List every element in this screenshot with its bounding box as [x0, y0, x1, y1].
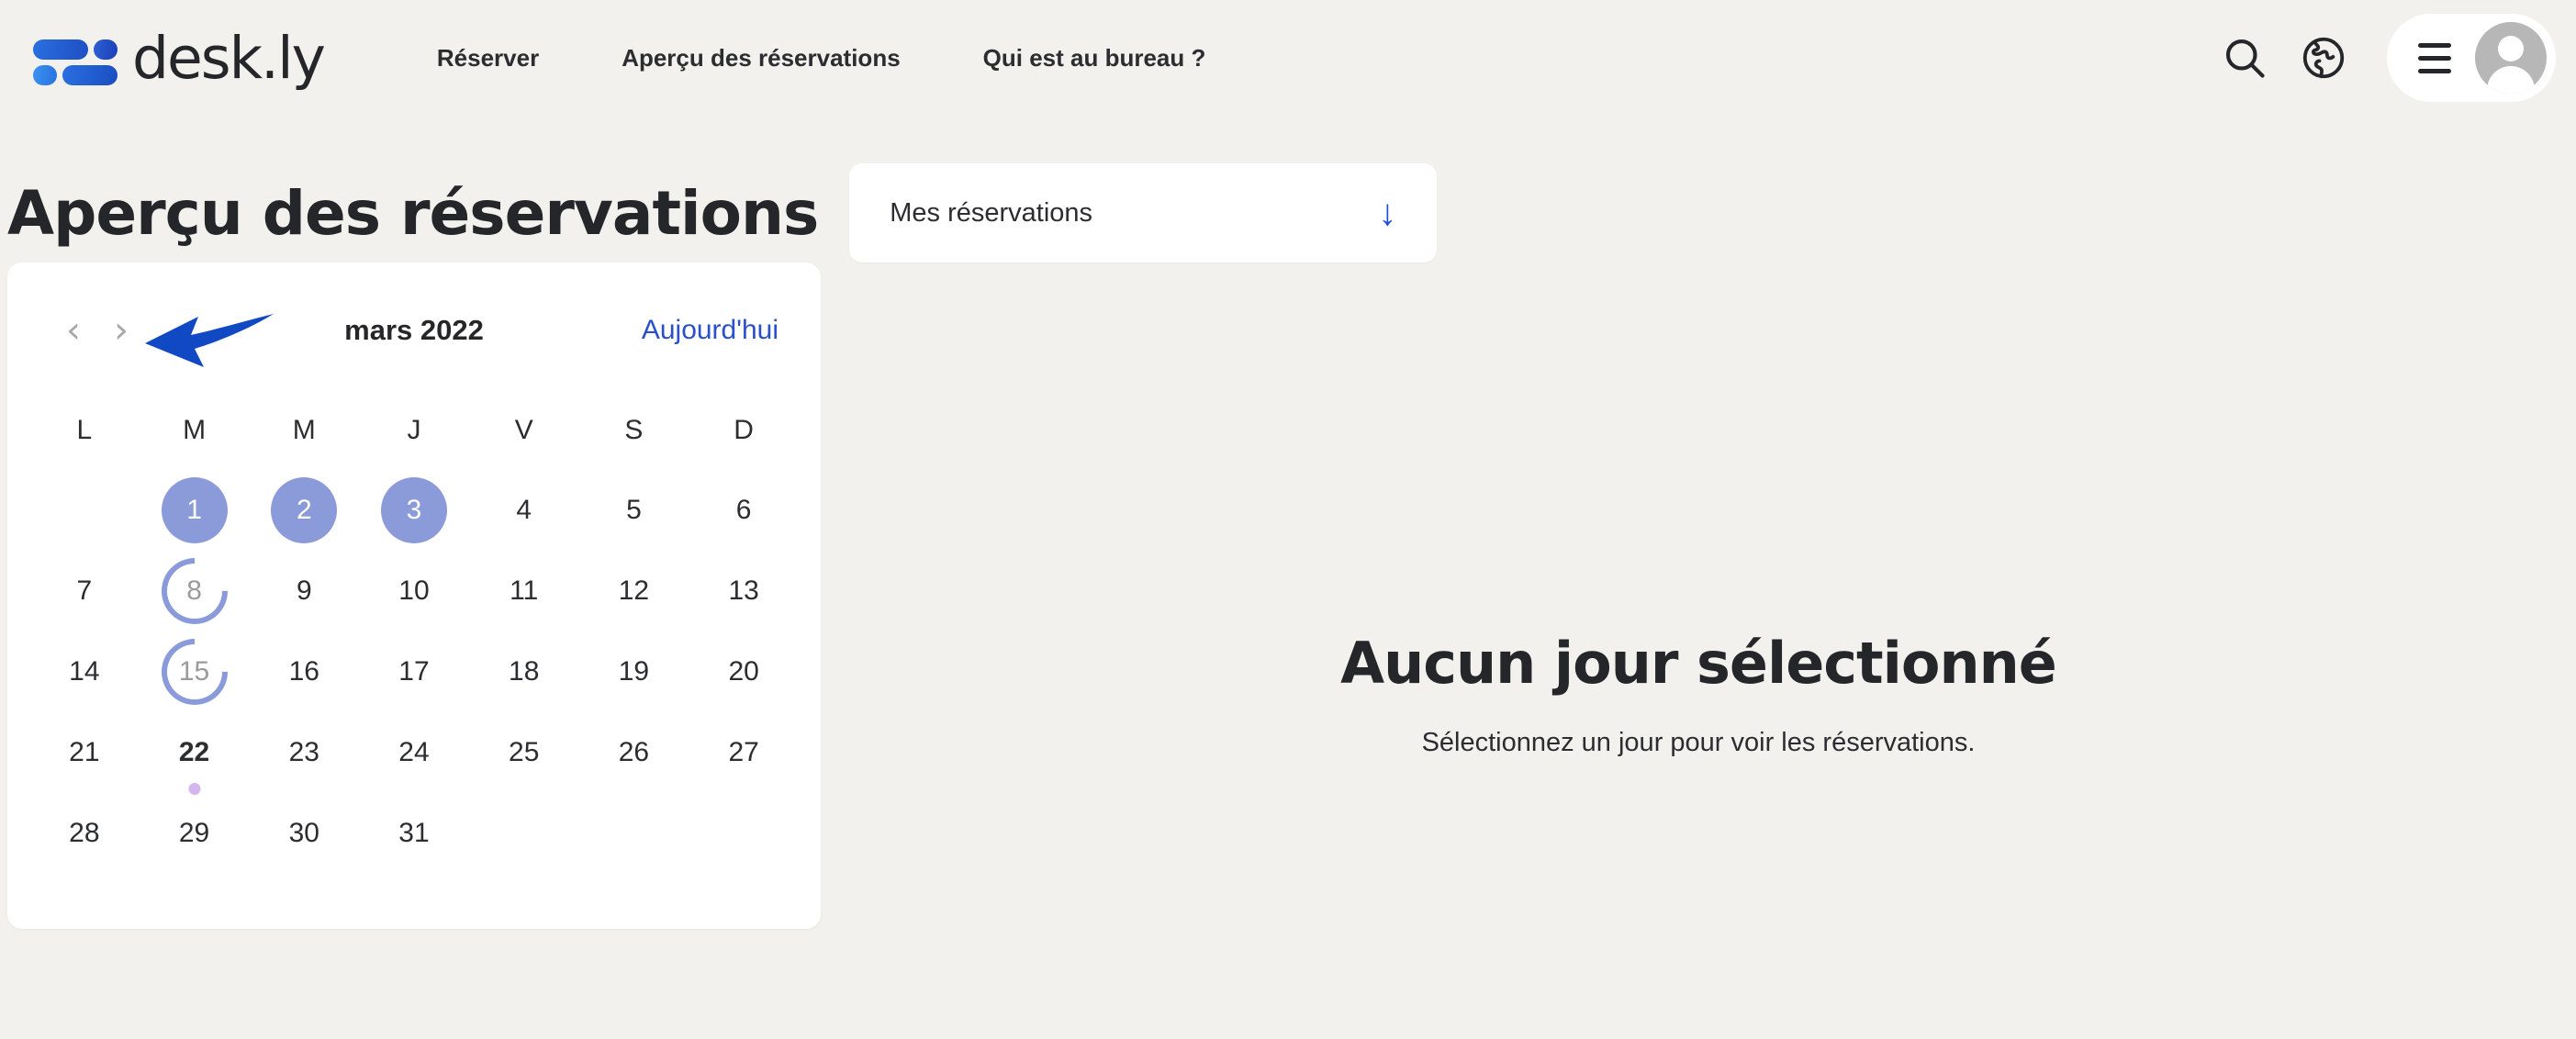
calendar-day-29[interactable]: 29	[162, 800, 228, 866]
calendar-day-cell: 28	[29, 793, 140, 874]
arrow-down-icon: ↓	[1378, 193, 1397, 233]
calendar-day-15[interactable]: 15	[162, 639, 228, 705]
calendar-day-cell: 4	[469, 470, 579, 551]
calendar-weekday-header: D	[734, 415, 754, 445]
calendar-empty-cell	[29, 470, 140, 551]
calendar-day-13[interactable]: 13	[711, 558, 777, 624]
calendar-day-cell: 22	[140, 712, 250, 795]
brand-logo[interactable]: desk.ly	[31, 24, 326, 92]
calendar-day-cell: 20	[689, 631, 799, 712]
calendar-day-cell: 3	[359, 470, 469, 551]
calendar-day-3[interactable]: 3	[380, 477, 447, 543]
calendar-day-cell: 18	[469, 631, 579, 712]
detail-panel-title: Aucun jour sélectionné	[1340, 630, 2057, 697]
user-menu-button[interactable]	[2387, 14, 2556, 102]
calendar-day-cell: 26	[579, 712, 689, 793]
hamburger-menu-icon[interactable]	[2418, 42, 2451, 73]
calendar-day-10[interactable]: 10	[381, 558, 447, 624]
calendar-weekday-header: V	[514, 415, 533, 445]
calendar-day-1[interactable]: 1	[161, 477, 228, 543]
user-avatar-icon[interactable]	[2475, 22, 2547, 94]
search-icon[interactable]	[2205, 18, 2284, 97]
page-header: Aperçu des réservations Mes réservations…	[0, 116, 2576, 263]
nav-link-reserver[interactable]: Réserver	[396, 44, 580, 73]
calendar-day-cell: 19	[579, 631, 689, 712]
calendar-weekday-header: L	[76, 415, 93, 445]
calendar-day-cell: 5	[579, 470, 689, 551]
calendar-day-22[interactable]: 22	[162, 720, 228, 786]
calendar-day-cell: 31	[359, 793, 469, 874]
desk-ly-logo-icon	[31, 32, 119, 85]
calendar-day-cell: 11	[469, 551, 579, 631]
calendar-day-cell: 2	[249, 470, 359, 551]
calendar-day-cell: 17	[359, 631, 469, 712]
globe-icon[interactable]	[2284, 18, 2363, 97]
calendar-day-19[interactable]: 19	[600, 639, 666, 705]
calendar-day-cell: 10	[359, 551, 469, 631]
detail-panel-subtitle: Sélectionnez un jour pour voir les réser…	[1421, 728, 1976, 757]
calendar-day-4[interactable]: 4	[491, 477, 557, 543]
calendar-day-cell: 6	[689, 470, 799, 551]
calendar-day-31[interactable]: 31	[381, 800, 447, 866]
calendar-day-18[interactable]: 18	[491, 639, 557, 705]
calendar-next-month-button[interactable]: ›	[97, 312, 145, 349]
calendar-day-20[interactable]: 20	[711, 639, 777, 705]
top-navigation-bar: desk.ly Réserver Aperçu des réservations…	[0, 0, 2576, 116]
calendar-day-7[interactable]: 7	[51, 558, 118, 624]
filter-select-value: Mes réservations	[890, 197, 1093, 228]
calendar-day-16[interactable]: 16	[271, 639, 337, 705]
calendar-day-26[interactable]: 26	[600, 720, 666, 786]
calendar-day-cell: 21	[29, 712, 140, 793]
calendar-prev-month-button[interactable]: ‹	[50, 312, 97, 349]
top-bar-actions	[2205, 14, 2556, 102]
calendar-day-27[interactable]: 27	[711, 720, 777, 786]
nav-link-qui-est-bureau[interactable]: Qui est au bureau ?	[942, 44, 1248, 73]
calendar-day-cell: 13	[689, 551, 799, 631]
calendar-day-2[interactable]: 2	[271, 477, 338, 543]
calendar-day-cell: 8	[140, 544, 250, 638]
calendar-day-23[interactable]: 23	[271, 720, 337, 786]
calendar-day-cell: 15	[140, 625, 250, 719]
calendar-day-cell: 24	[359, 712, 469, 793]
calendar-weekday-header: M	[292, 415, 316, 445]
calendar-day-14[interactable]: 14	[51, 639, 118, 705]
calendar-day-cell: 9	[249, 551, 359, 631]
calendar-header: ‹ › mars 2022 Aujourd'hui	[7, 301, 821, 367]
calendar-day-cell: 12	[579, 551, 689, 631]
nav-links: Réserver Aperçu des réservations Qui est…	[396, 44, 1248, 73]
calendar-day-cell: 7	[29, 551, 140, 631]
calendar-day-5[interactable]: 5	[600, 477, 666, 543]
main-content: ‹ › mars 2022 Aujourd'hui LMMJVSD1234567…	[0, 263, 2576, 929]
calendar-weekday-header: S	[624, 415, 644, 445]
calendar-day-cell: 23	[249, 712, 359, 793]
brand-name: desk.ly	[132, 24, 326, 92]
calendar-day-28[interactable]: 28	[51, 800, 118, 866]
calendar-day-cell: 1	[140, 470, 250, 551]
calendar-day-25[interactable]: 25	[491, 720, 557, 786]
calendar-grid: L M M J V S D 1 2 3 4 5 6 7 8 9 10 11 12 13 14 15 16 17 18 19 20 21…	[7, 360, 821, 874]
calendar-day-8[interactable]: 8	[162, 558, 228, 624]
calendar-day-24[interactable]: 24	[381, 720, 447, 786]
reservations-filter-select[interactable]: Mes réservations ↓	[849, 163, 1438, 263]
calendar-day-cell: 27	[689, 712, 799, 793]
calendar-day-9[interactable]: 9	[271, 558, 337, 624]
calendar-day-17[interactable]: 17	[381, 639, 447, 705]
calendar-day-30[interactable]: 30	[271, 800, 337, 866]
calendar-card: ‹ › mars 2022 Aujourd'hui LMMJVSD1234567…	[7, 263, 821, 929]
calendar-today-link[interactable]: Aujourd'hui	[642, 315, 778, 346]
calendar-day-21[interactable]: 21	[51, 720, 118, 786]
calendar-day-cell: 14	[29, 631, 140, 712]
calendar-weekday-header: M	[183, 415, 207, 445]
reservation-detail-panel: Aucun jour sélectionné Sélectionnez un j…	[821, 263, 2576, 758]
calendar-day-6[interactable]: 6	[711, 477, 777, 543]
page-title: Aperçu des réservations	[7, 177, 819, 249]
calendar-weekday-header: J	[407, 415, 421, 445]
nav-link-apercu[interactable]: Aperçu des réservations	[580, 44, 941, 73]
calendar-day-cell: 25	[469, 712, 579, 793]
calendar-day-cell: 16	[249, 631, 359, 712]
calendar-day-cell: 30	[249, 793, 359, 874]
calendar-day-11[interactable]: 11	[491, 558, 557, 624]
calendar-day-cell: 29	[140, 793, 250, 874]
calendar-day-12[interactable]: 12	[600, 558, 666, 624]
